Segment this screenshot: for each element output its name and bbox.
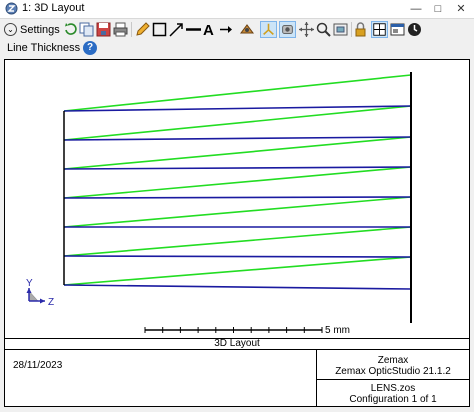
layout-icon[interactable] — [371, 21, 388, 38]
print-icon[interactable] — [112, 21, 129, 38]
rectangle-icon[interactable] — [151, 21, 168, 38]
arrow-small-icon[interactable] — [218, 21, 235, 38]
save-icon[interactable] — [95, 21, 112, 38]
line-thickness-dropdown[interactable]: Line Thickness▼ — [7, 42, 90, 54]
title-block-divider — [5, 349, 469, 350]
company-label: Zemax — [377, 355, 409, 366]
toolbar-separator — [131, 22, 132, 37]
line-thickness-label: Line Thickness — [7, 42, 81, 54]
lock-icon[interactable] — [352, 21, 369, 38]
settings-button[interactable]: ⌄ Settings — [4, 21, 60, 38]
clock-icon[interactable] — [406, 21, 423, 38]
y-axis-label: Y — [26, 278, 33, 289]
pencil-icon[interactable] — [134, 21, 151, 38]
zoom-icon[interactable] — [315, 21, 332, 38]
blue-ray — [63, 105, 412, 112]
chevron-down-icon: ⌄ — [4, 23, 17, 36]
layout-canvas[interactable]: Y Z 5 mm 3D Layout 28/11/2023 Zemax Zemax … — [4, 59, 470, 407]
scale-bar-label: 5 mm — [325, 325, 350, 336]
layout-plot: Y Z 5 mm — [26, 72, 412, 336]
title-block-heading: 3D Layout — [214, 338, 260, 349]
blue-ray — [63, 255, 412, 258]
arrow-icon[interactable] — [168, 21, 185, 38]
refresh-icon[interactable] — [62, 21, 79, 38]
rotate-view-icon[interactable] — [279, 21, 296, 38]
green-ray — [63, 166, 412, 199]
title-block: 3D Layout 28/11/2023 Zemax Zemax OpticSt… — [5, 338, 469, 406]
green-ray — [63, 74, 412, 112]
green-ray — [63, 256, 412, 286]
text-icon[interactable]: A — [201, 21, 218, 38]
rotate-icon[interactable] — [239, 21, 256, 38]
blue-ray — [63, 196, 412, 199]
secondary-toolbar: Line Thickness▼ ? — [0, 40, 474, 58]
blue-ray — [63, 166, 412, 170]
zoom-window-icon[interactable] — [332, 21, 349, 38]
axes-icon[interactable] — [260, 21, 277, 38]
window-title: 1: 3D Layout — [22, 2, 85, 14]
zemax-app-icon — [5, 2, 18, 15]
pan-icon[interactable] — [298, 21, 315, 38]
line-icon[interactable] — [185, 21, 202, 38]
z-axis-label: Z — [48, 297, 54, 308]
close-button[interactable]: ✕ — [450, 0, 472, 18]
maximize-button[interactable]: □ — [427, 0, 449, 18]
window-icon[interactable] — [389, 21, 406, 38]
svg-text:A: A — [203, 22, 214, 38]
file-label: LENS.zos — [370, 383, 416, 394]
title-block-right-divider — [316, 379, 469, 380]
z-axis-arrowhead — [40, 298, 45, 304]
green-ray — [63, 226, 412, 257]
blue-ray — [63, 284, 412, 290]
configuration-label: Configuration 1 of 1 — [349, 394, 437, 405]
green-ray — [63, 105, 412, 141]
green-ray — [63, 196, 412, 228]
minimize-button[interactable]: — — [405, 0, 427, 18]
main-toolbar: ⌄ Settings A — [0, 18, 474, 40]
copy-icon[interactable] — [78, 21, 95, 38]
help-icon[interactable]: ? — [83, 41, 97, 55]
title-bar: 1: 3D Layout — □ ✕ — [0, 0, 474, 19]
blue-ray — [63, 136, 412, 141]
product-label: Zemax OpticStudio 21.1.2 — [335, 366, 451, 377]
settings-label: Settings — [20, 23, 60, 36]
date-label: 28/11/2023 — [13, 360, 63, 371]
green-ray — [63, 136, 412, 170]
